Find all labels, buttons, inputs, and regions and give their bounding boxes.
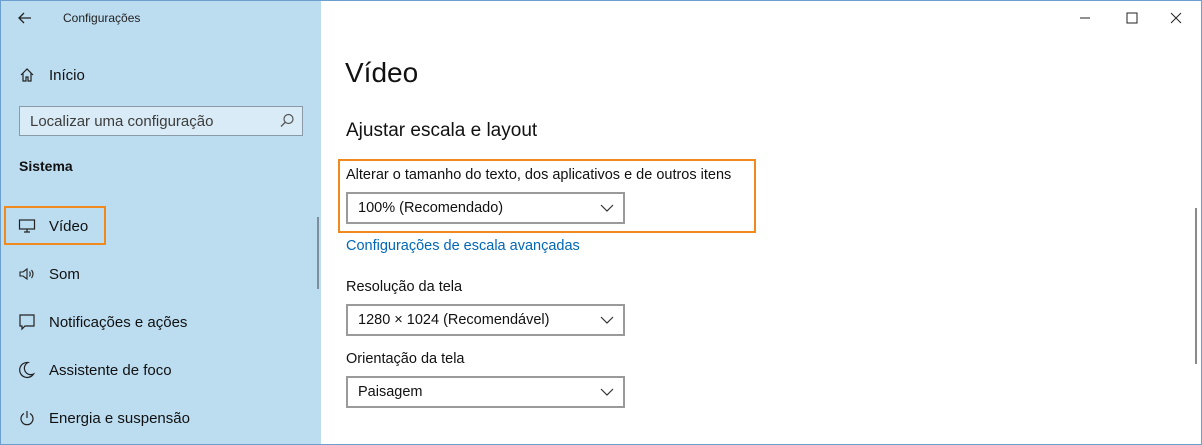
maximize-button[interactable] [1112, 5, 1152, 31]
sidebar-item-focus-assist[interactable]: Assistente de foco [1, 350, 321, 390]
close-button[interactable] [1156, 5, 1196, 31]
settings-window: Configurações Início Sistema Vídeo [0, 0, 1202, 445]
orientation-dropdown[interactable]: Paisagem [346, 376, 625, 408]
search-input[interactable] [20, 107, 280, 135]
chevron-down-icon [600, 204, 614, 212]
minimize-button[interactable] [1065, 5, 1105, 31]
speaker-icon [17, 264, 37, 284]
resolution-dropdown[interactable]: 1280 × 1024 (Recomendável) [346, 304, 625, 336]
orientation-value: Paisagem [358, 384, 423, 400]
back-button[interactable] [11, 7, 39, 29]
highlight-video-item [4, 206, 106, 245]
app-title: Configurações [63, 11, 141, 25]
sidebar-item-label: Notificações e ações [49, 313, 188, 331]
sidebar-item-notifications[interactable]: Notificações e ações [1, 302, 321, 342]
section-heading: Ajustar escala e layout [346, 120, 538, 141]
maximize-icon [1126, 12, 1138, 24]
advanced-scaling-link[interactable]: Configurações de escala avançadas [346, 238, 580, 254]
search-icon[interactable] [278, 112, 296, 130]
orientation-label: Orientação da tela [346, 351, 465, 367]
sidebar-item-label: Som [49, 265, 80, 283]
page-title: Vídeo [345, 57, 419, 88]
home-icon [17, 65, 37, 85]
back-arrow-icon [18, 12, 31, 24]
sidebar-item-label: Energia e suspensão [49, 409, 190, 427]
resolution-value: 1280 × 1024 (Recomendável) [358, 312, 550, 328]
chevron-down-icon [600, 388, 614, 396]
scale-dropdown[interactable]: 100% (Recomendado) [346, 192, 625, 224]
minimize-icon [1080, 17, 1090, 19]
sidebar-item-label: Assistente de foco [49, 361, 172, 379]
sidebar-item-sound[interactable]: Som [1, 254, 321, 294]
notification-icon [17, 312, 37, 332]
power-icon [17, 408, 37, 428]
resolution-label: Resolução da tela [346, 279, 463, 295]
sidebar-scrollbar[interactable] [317, 217, 319, 289]
section-title: Sistema [19, 158, 73, 174]
search-box[interactable] [19, 106, 303, 136]
chevron-down-icon [600, 316, 614, 324]
moon-icon [17, 360, 37, 380]
main-scrollbar[interactable] [1195, 208, 1197, 364]
sidebar-item-power[interactable]: Energia e suspensão [1, 398, 321, 438]
titlebar-left: Configurações [1, 1, 321, 35]
sidebar-item-home[interactable]: Início [1, 55, 321, 95]
scale-value: 100% (Recomendado) [358, 200, 504, 216]
sidebar-item-label: Início [49, 66, 85, 84]
scale-label: Alterar o tamanho do texto, dos aplicati… [346, 167, 732, 183]
close-icon [1170, 12, 1182, 24]
